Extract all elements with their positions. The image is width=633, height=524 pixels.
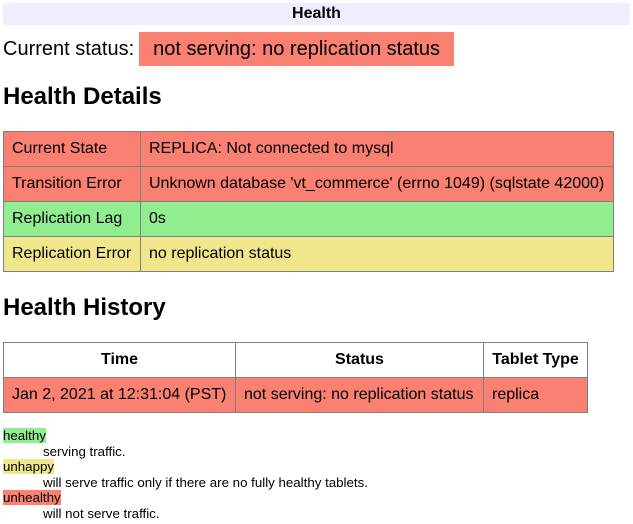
history-header-row: Time Status Tablet Type — [4, 343, 588, 378]
detail-value: REPLICA: Not connected to mysql — [141, 132, 614, 167]
health-history-table: Time Status Tablet Type Jan 2, 2021 at 1… — [3, 342, 588, 413]
column-header-status: Status — [236, 343, 484, 378]
page-title: Health — [292, 5, 341, 22]
legend-term-unhealthy: unhealthy — [3, 490, 61, 505]
current-status-line: Current status:not serving: no replicati… — [3, 38, 630, 61]
detail-row-current-state: Current State REPLICA: Not connected to … — [4, 132, 614, 167]
legend-term-row: healthy — [3, 428, 630, 444]
column-header-tablet-type: Tablet Type — [484, 343, 588, 378]
legend-description-unhappy: will serve traffic only if there are no … — [43, 475, 630, 491]
detail-label: Current State — [4, 132, 141, 167]
health-history-heading: Health History — [3, 294, 630, 322]
legend-term-row: unhealthy — [3, 490, 630, 506]
detail-value: no replication status — [141, 237, 614, 272]
detail-row-replication-lag: Replication Lag 0s — [4, 202, 614, 237]
history-time: Jan 2, 2021 at 12:31:04 (PST) — [4, 378, 236, 413]
detail-row-transition-error: Transition Error Unknown database 'vt_co… — [4, 167, 614, 202]
legend-term-row: unhappy — [3, 459, 630, 475]
column-header-time: Time — [4, 343, 236, 378]
legend-description-unhealthy: will not serve traffic. — [43, 506, 630, 522]
detail-value: Unknown database 'vt_commerce' (errno 10… — [141, 167, 614, 202]
legend-term-healthy: healthy — [3, 428, 46, 443]
detail-label: Replication Error — [4, 237, 141, 272]
detail-value: 0s — [141, 202, 614, 237]
health-details-heading: Health Details — [3, 83, 630, 111]
history-tablet-type: replica — [484, 378, 588, 413]
current-status-label: Current status: — [3, 38, 134, 60]
history-status: not serving: no replication status — [236, 378, 484, 413]
page-header-bar: Health — [3, 3, 630, 25]
detail-label: Replication Lag — [4, 202, 141, 237]
current-status-badge: not serving: no replication status — [139, 32, 454, 66]
status-legend: healthy serving traffic. unhappy will se… — [3, 428, 630, 521]
legend-term-unhappy: unhappy — [3, 459, 54, 474]
health-details-table: Current State REPLICA: Not connected to … — [3, 131, 614, 272]
legend-description-healthy: serving traffic. — [43, 444, 630, 460]
history-row: Jan 2, 2021 at 12:31:04 (PST) not servin… — [4, 378, 588, 413]
detail-label: Transition Error — [4, 167, 141, 202]
detail-row-replication-error: Replication Error no replication status — [4, 237, 614, 272]
